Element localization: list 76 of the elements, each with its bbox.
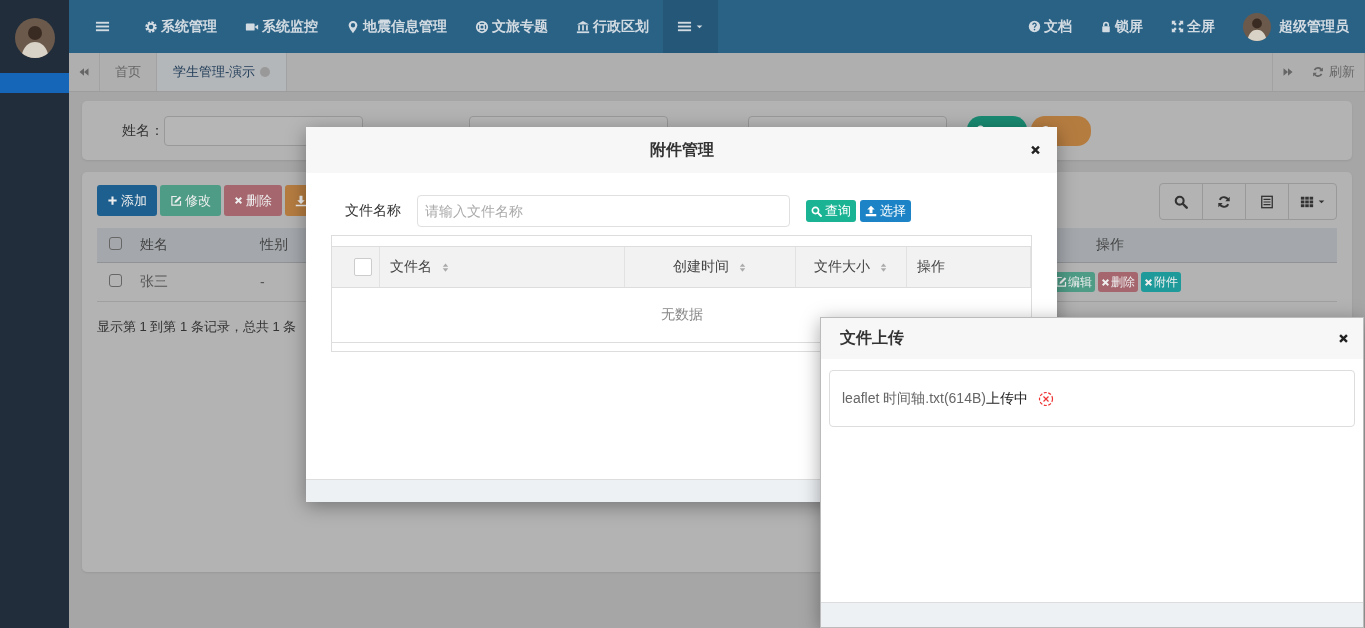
cancel-upload-button[interactable] <box>1037 390 1054 407</box>
search-button[interactable]: 查询 <box>806 200 856 222</box>
close-icon <box>1101 277 1110 287</box>
avatar[interactable] <box>1243 12 1271 41</box>
page-tab[interactable]: 学生管理-演示 <box>157 53 288 91</box>
upload-icon <box>865 205 877 217</box>
delete-button[interactable]: 删除 <box>224 185 282 216</box>
table-cell: 张三 <box>140 273 168 289</box>
edit-button[interactable]: 修改 <box>160 185 221 216</box>
nav-action[interactable]: 锁屏 <box>1086 0 1157 53</box>
menu-icon <box>677 19 692 34</box>
file-name-input[interactable]: 请输入文件名称 <box>417 195 790 227</box>
edit-icon <box>170 194 182 207</box>
cancel-icon <box>1037 390 1054 407</box>
close-icon <box>1030 144 1041 156</box>
caret-icon <box>1316 197 1326 206</box>
search-icon <box>1174 194 1188 209</box>
rewind-icon <box>78 66 90 78</box>
close-icon <box>1338 333 1349 344</box>
column-header[interactable]: 文件大小 <box>813 258 870 276</box>
lifebuoy-icon <box>475 19 489 34</box>
download-icon <box>295 194 307 207</box>
column-header: 性别 <box>260 236 288 252</box>
column-header[interactable]: 操作 <box>917 258 945 276</box>
checkbox[interactable] <box>109 237 122 250</box>
settings-icon <box>144 19 158 34</box>
close-icon <box>1144 277 1153 287</box>
fast-forward-icon <box>1282 66 1294 78</box>
column-header: 操作 <box>1095 236 1124 252</box>
dialog-title: 附件管理 <box>649 139 714 160</box>
table-cell: - <box>260 274 265 290</box>
empty-message: 无数据 <box>660 306 703 324</box>
header-cell[interactable]: 文件名 <box>380 247 625 287</box>
close-icon <box>234 196 243 205</box>
pagination-info: 显示第 1 到第 1 条记录，总共 1 条 <box>97 318 298 336</box>
table-list-icon <box>1260 194 1274 209</box>
nav-menu-item[interactable]: 系统管理 <box>130 0 231 53</box>
nav-action[interactable]: 文档 <box>1014 0 1086 53</box>
nav-menu-item[interactable]: 文旅专题 <box>461 0 562 53</box>
lock-icon <box>1100 20 1112 33</box>
avatar[interactable] <box>14 18 55 58</box>
plus-icon <box>107 195 118 206</box>
nav-menu-item[interactable]: 行政区划 <box>562 0 663 53</box>
column-header[interactable]: 文件名 <box>390 258 432 276</box>
column-header[interactable]: 创建时间 <box>672 258 729 276</box>
refresh-icon <box>1217 194 1231 209</box>
edit-icon <box>1055 276 1067 288</box>
header-cell[interactable]: 文件大小 <box>796 247 907 287</box>
caret-icon <box>695 22 704 31</box>
add-button[interactable]: 添加 <box>97 185 157 216</box>
refresh-button[interactable]: 刷新 <box>1303 53 1365 91</box>
fullscreen-icon <box>1171 20 1184 33</box>
nav-action[interactable]: 全屏 <box>1157 0 1229 53</box>
menu-icon <box>95 19 110 34</box>
nav-menu-item[interactable]: 地震信息管理 <box>332 0 461 53</box>
field-label: 姓名： <box>122 121 164 140</box>
file-name: leaflet 时间轴.txt(614B)上传中 <box>842 389 1028 408</box>
map-pin-icon <box>346 19 360 34</box>
nav-menu-item[interactable]: 系统监控 <box>231 0 332 53</box>
field-label: 文件名称 <box>344 202 402 220</box>
grid-icon <box>1299 194 1314 209</box>
refresh-icon <box>1312 66 1324 78</box>
attach-button[interactable]: 附件 <box>1141 272 1181 292</box>
sort-icon <box>440 261 451 273</box>
help-icon <box>1028 20 1041 33</box>
bank-icon <box>576 19 590 34</box>
dialog-title: 文件上传 <box>840 328 904 348</box>
user-name[interactable]: 超级管理员 <box>1279 17 1349 36</box>
header-cell[interactable]: 创建时间 <box>625 247 796 287</box>
upload-button[interactable]: 选择 <box>860 200 911 222</box>
checkbox[interactable] <box>109 274 122 287</box>
header-cell[interactable]: 操作 <box>907 247 1031 287</box>
search-icon <box>811 205 822 217</box>
delete-button[interactable]: 删除 <box>1098 272 1138 292</box>
more-menu-button[interactable] <box>663 0 718 53</box>
column-header: 姓名 <box>140 236 168 252</box>
